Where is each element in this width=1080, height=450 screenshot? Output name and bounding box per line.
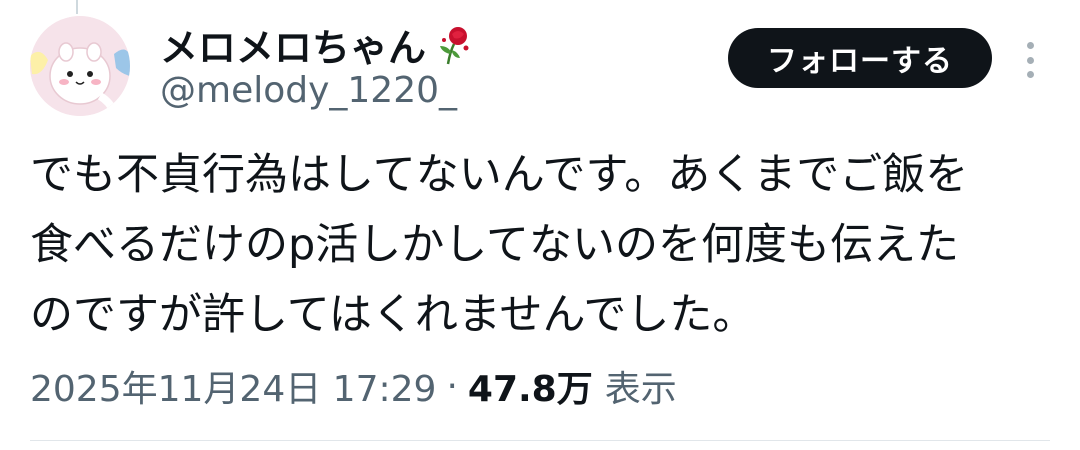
avatar[interactable] [30, 16, 130, 116]
more-dot [1026, 42, 1034, 49]
display-name-row: メロメロちゃん [160, 18, 476, 70]
user-handle[interactable]: @melody_1220_ [160, 70, 457, 111]
more-vertical-icon[interactable] [1014, 36, 1046, 84]
more-dot [1026, 71, 1034, 78]
tweet-card: メロメロちゃん @melody_1220_ フォローする でも不貞行為はしてない… [0, 0, 1080, 450]
more-dot [1026, 56, 1034, 64]
tweet-text-line: でも不貞行為はしてないんです。あくまでご飯を [30, 150, 969, 200]
display-name[interactable]: メロメロちゃん [160, 17, 426, 72]
timestamp[interactable]: 2025年11月24日 17:29 [30, 360, 436, 412]
rose-icon [432, 22, 476, 66]
views-count[interactable]: 47.8万 [468, 360, 593, 412]
tweet-text-line: 食べるだけのp活しかしてないのを何度も伝えた [30, 220, 960, 270]
views-label: 表示 [604, 369, 677, 410]
thread-connector-line [76, 0, 78, 14]
tweet-text-line: のですが許してはくれませんでした。 [30, 290, 756, 340]
follow-button[interactable]: フォローする [728, 28, 992, 88]
meta-separator: · [446, 365, 458, 407]
tweet-text: でも不貞行為はしてないんです。あくまでご飯を 食べるだけのp活しかしてないのを何… [30, 140, 1060, 350]
tweet-meta: 2025年11月24日 17:29 · 47.8万 表示 [30, 358, 677, 414]
divider [30, 440, 1050, 441]
